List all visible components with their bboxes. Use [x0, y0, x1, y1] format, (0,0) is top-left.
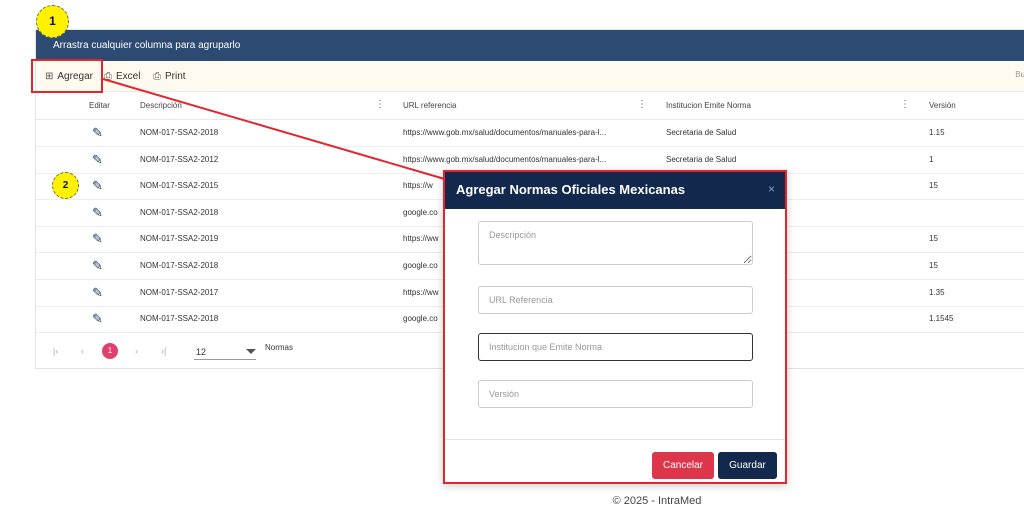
- cell-version: 1.1545: [929, 314, 954, 324]
- edit-pencil-icon[interactable]: ✎: [92, 179, 103, 192]
- table-row[interactable]: ✎ NOM-017-SSA2-2018 https://www.gob.mx/sal…: [36, 120, 1024, 147]
- dialog-title: Agregar Normas Oficiales Mexicanas: [456, 182, 686, 197]
- column-menu-icon[interactable]: ⋮: [375, 99, 385, 110]
- print-button[interactable]: ⎙ Print: [153, 71, 186, 82]
- group-by-bar[interactable]: Arrastra cualquier columna para agruparl…: [36, 30, 1024, 61]
- cell-institucion: Secretaria de Salud: [666, 154, 737, 164]
- page-size-select[interactable]: 12: [194, 345, 256, 360]
- excel-button-label: Excel: [116, 71, 141, 82]
- add-norma-dialog: Agregar Normas Oficiales Mexicanas × Can…: [443, 170, 787, 484]
- cell-version: 1.35: [929, 287, 945, 297]
- cell-descripcion: NOM-017-SSA2-2017: [140, 287, 219, 297]
- institucion-input[interactable]: [478, 333, 753, 361]
- excel-button[interactable]: ⎙ Excel: [104, 71, 140, 82]
- cell-descripcion: NOM-017-SSA2-2012: [140, 154, 219, 164]
- edit-pencil-icon[interactable]: ✎: [92, 206, 103, 219]
- dialog-divider: [445, 439, 785, 440]
- next-page-icon[interactable]: ›: [135, 346, 138, 356]
- highlight-add-button: [31, 59, 103, 93]
- cell-version: 1: [929, 154, 934, 164]
- column-header-url[interactable]: URL referencia: [403, 101, 457, 110]
- close-icon[interactable]: ×: [768, 182, 775, 196]
- edit-pencil-icon[interactable]: ✎: [92, 232, 103, 245]
- grid-header: Editar Descripción ⋮ URL referencia ⋮ In…: [36, 91, 1024, 120]
- cell-institucion: Secretaria de Salud: [666, 128, 737, 137]
- cell-descripcion: NOM-017-SSA2-2018: [140, 207, 219, 217]
- save-button[interactable]: Guardar: [718, 452, 777, 479]
- page-size-value: 12: [196, 347, 207, 357]
- descripcion-input[interactable]: [478, 221, 753, 265]
- cell-descripcion: NOM-017-SSA2-2018: [140, 128, 219, 137]
- print-button-label: Print: [165, 71, 186, 82]
- last-page-icon[interactable]: ›|: [161, 346, 166, 356]
- chevron-down-icon: [246, 349, 256, 354]
- group-by-hint: Arrastra cualquier columna para agruparl…: [53, 40, 241, 51]
- first-page-icon[interactable]: |‹: [53, 346, 58, 356]
- column-header-editar[interactable]: Editar: [89, 101, 110, 110]
- edit-pencil-icon[interactable]: ✎: [92, 153, 103, 166]
- cell-url: https://www.gob.mx/salud/documentos/manu…: [403, 154, 607, 164]
- prev-page-icon[interactable]: ‹: [81, 346, 84, 356]
- grid-search-input[interactable]: Bu: [1015, 70, 1024, 79]
- page-footer: © 2025 - IntraMed: [612, 495, 702, 507]
- edit-pencil-icon[interactable]: ✎: [92, 126, 103, 139]
- cell-descripcion: NOM-017-SSA2-2018: [140, 314, 219, 324]
- cell-descripcion: NOM-017-SSA2-2015: [140, 181, 219, 191]
- cell-version: 15: [929, 181, 938, 191]
- cell-url: https://www.gob.mx/salud/documentos/manu…: [403, 128, 607, 137]
- cell-version: 1.15: [929, 128, 945, 137]
- dialog-header: Agregar Normas Oficiales Mexicanas ×: [445, 172, 785, 209]
- edit-pencil-icon[interactable]: ✎: [92, 259, 103, 272]
- edit-pencil-icon[interactable]: ✎: [92, 286, 103, 299]
- grid-toolbar: ⊞ Agregar ⎙ Excel ⎙ Print Bu: [36, 61, 1024, 92]
- column-header-institucion[interactable]: Institucion Emite Norma: [666, 101, 751, 110]
- callout-2: 2: [52, 172, 79, 199]
- url-referencia-input[interactable]: [478, 286, 753, 314]
- excel-export-icon: ⎙: [104, 71, 112, 82]
- cancel-button[interactable]: Cancelar: [652, 452, 714, 479]
- callout-1: 1: [36, 5, 69, 38]
- page-number-current[interactable]: 1: [102, 343, 118, 359]
- cell-descripcion: NOM-017-SSA2-2019: [140, 234, 219, 244]
- edit-pencil-icon[interactable]: ✎: [92, 312, 103, 325]
- print-icon: ⎙: [153, 71, 161, 82]
- column-header-version[interactable]: Versión: [929, 101, 956, 110]
- pager-label: Normas: [265, 343, 294, 352]
- column-menu-icon[interactable]: ⋮: [637, 99, 647, 110]
- cell-descripcion: NOM-017-SSA2-2018: [140, 261, 219, 270]
- version-input[interactable]: [478, 380, 753, 408]
- column-header-descripcion[interactable]: Descripción: [140, 101, 182, 110]
- cell-version: 15: [929, 261, 938, 270]
- cell-version: 15: [929, 234, 938, 244]
- column-menu-icon[interactable]: ⋮: [900, 99, 910, 110]
